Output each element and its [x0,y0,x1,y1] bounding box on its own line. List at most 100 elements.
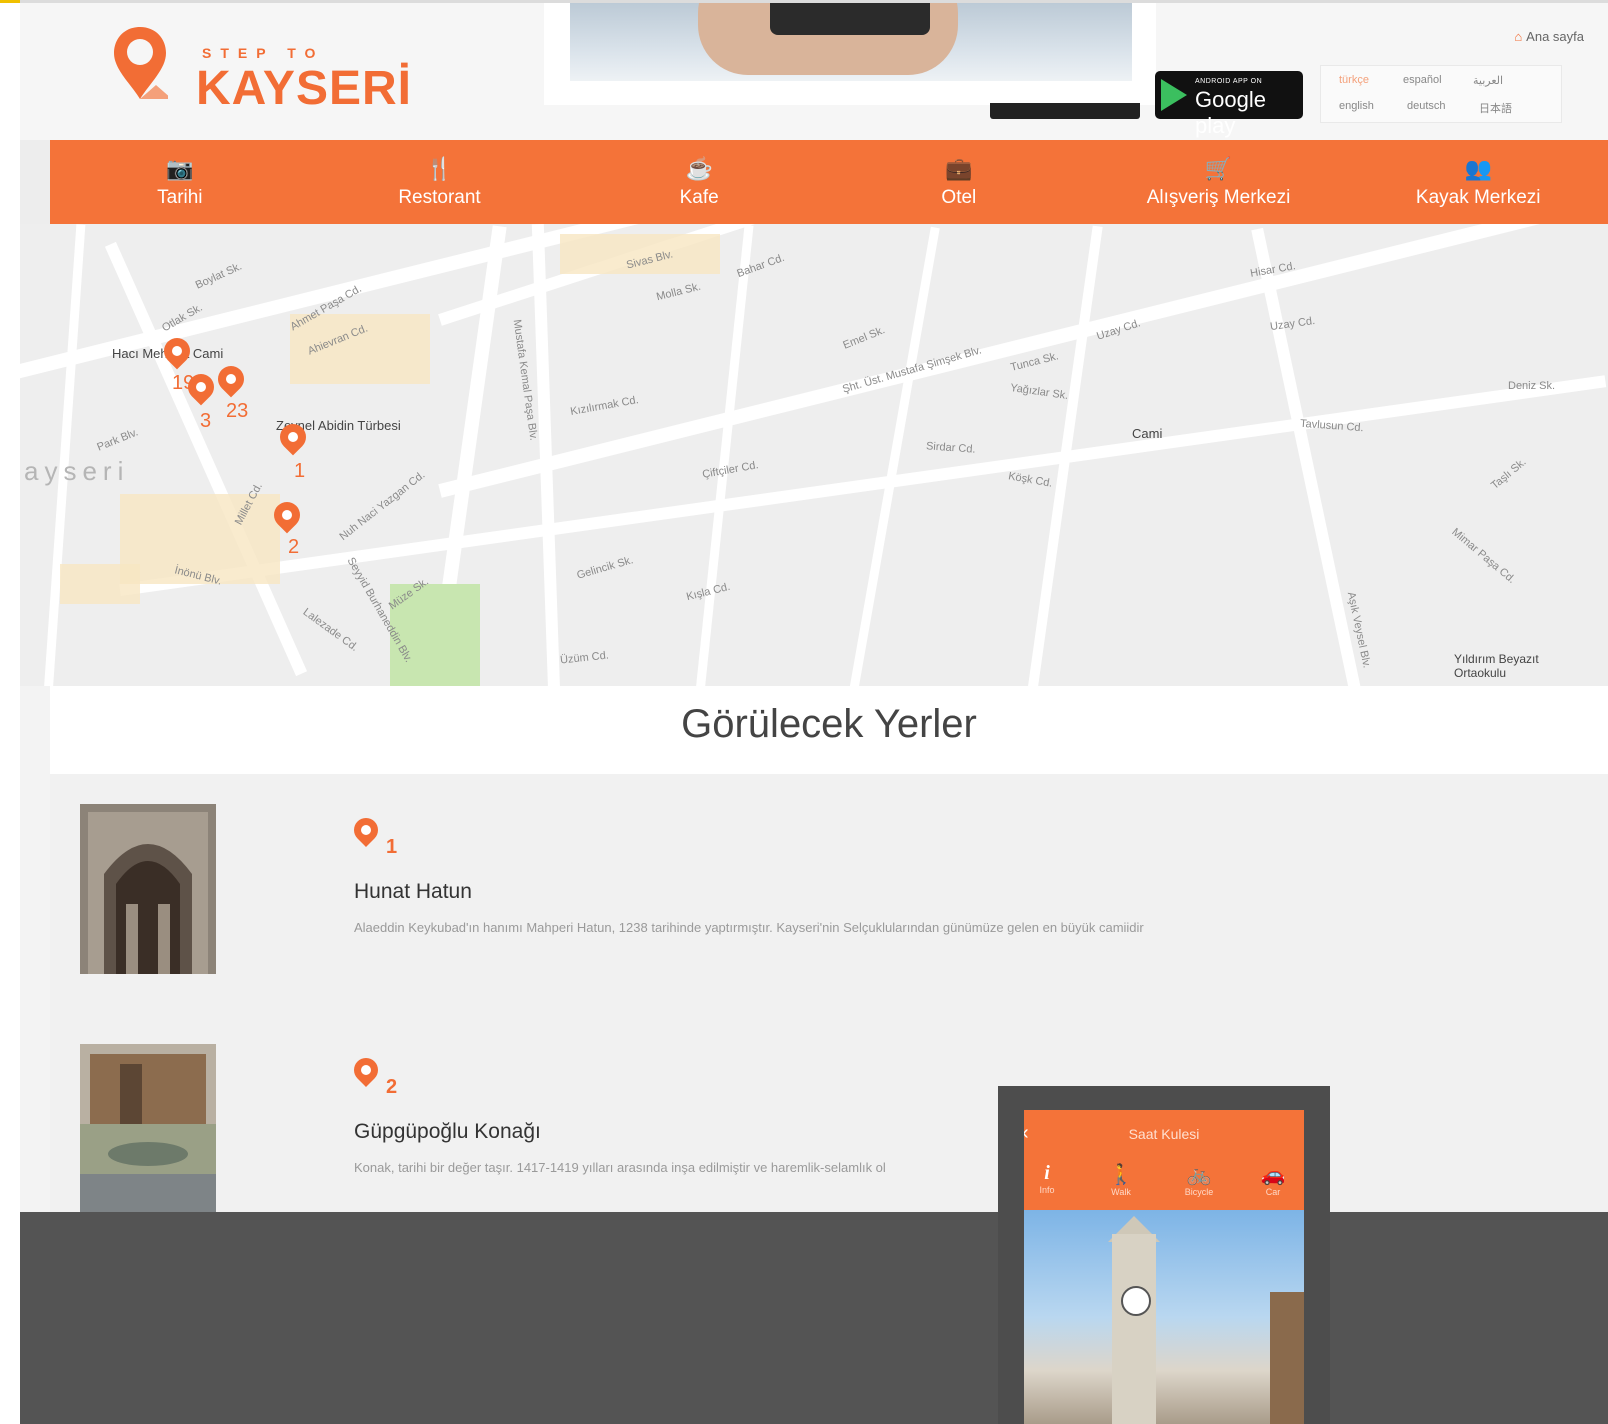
google-play-text: Google play [1195,87,1266,138]
app-tab-info[interactable]: i Info [1024,1162,1082,1195]
street-label: Gelincik Sk. [575,554,635,582]
shopping-cart-icon: 🛒 [1204,156,1233,181]
nav-alisveris-merkezi[interactable]: 🛒 Alışveriş Merkezi [1089,140,1349,224]
nav-tarihi[interactable]: 📷 Tarihi [50,140,310,224]
street-label: Yağızlar Sk. [1009,381,1070,403]
nav-otel-label: Otel [941,187,977,208]
lang-german[interactable]: deutsch [1407,100,1446,112]
lang-japanese[interactable]: 日本語 [1479,100,1512,116]
app-preview: ‹ Saat Kulesi i Info 🚶 Walk 🚲 Bicycle 🚗 … [998,1086,1330,1424]
map-historic-area [60,564,140,604]
place-number: 2 [386,1076,398,1098]
places-list: 1 Hunat Hatun Alaeddin Keykubad'ın hanım… [50,774,1608,1214]
google-play-badge[interactable]: ANDROID APP ON Google play [1155,71,1303,138]
street-label: Boylat Sk. [193,260,244,292]
app-tab-label: Walk [1111,1187,1131,1197]
nav-kayak-merkezi-label: Kayak Merkezi [1415,187,1541,208]
lang-arabic[interactable]: العربية [1473,74,1503,87]
play-triangle-icon [1161,79,1187,111]
corner-marker [0,0,20,3]
language-selector: türkçe español العربية english deutsch 日… [1320,65,1562,123]
list-item[interactable]: 1 Hunat Hatun Alaeddin Keykubad'ın hanım… [50,804,1608,984]
site-logo[interactable]: STEP TO KAYSERİ [112,25,411,115]
place-name[interactable]: Güpgüpoğlu Konağı [354,1120,541,1144]
map-view[interactable]: Sivas Blv. Bahar Cd. Molla Sk. Kızılırma… [20,224,1608,686]
bicycle-icon: 🚲 [1186,1164,1212,1186]
map-edge [20,140,50,225]
place-number: 1 [386,836,398,858]
home-link-label: Ana sayfa [1526,29,1584,44]
nav-kayak-merkezi[interactable]: 👥 Kayak Merkezi [1348,140,1608,224]
street-label: Deniz Sk. [1508,380,1556,392]
fork-knife-icon: 🍴 [425,156,454,181]
nav-kafe-label: Kafe [679,187,719,208]
street-label: Üzüm Cd. [559,649,610,667]
info-icon: i [1044,1162,1050,1184]
map-road [695,224,754,686]
app-tab-label: Info [1039,1185,1055,1195]
section-header: Görülecek Yerler [50,686,1608,774]
category-nav: 📷 Tarihi 🍴 Restorant ☕ Kafe 💼 Otel 🛒 Alı… [50,140,1608,224]
camera-icon: 📷 [166,156,194,181]
app-tab-car[interactable]: 🚗 Car [1238,1162,1304,1197]
lang-spanish[interactable]: español [1403,74,1442,86]
map-pin-number: 2 [288,536,300,558]
page: STEP TO KAYSERİ ANDROID APP ON Google pl… [20,0,1608,1424]
site-header: STEP TO KAYSERİ ANDROID APP ON Google pl… [20,0,1608,140]
place-thumbnail[interactable] [80,804,216,974]
street-label: Sirdar Cd. [925,440,976,456]
home-link[interactable]: ⌂ Ana sayfa [1514,29,1584,44]
app-tab-bicycle[interactable]: 🚲 Bicycle [1164,1162,1234,1197]
clock-icon [1121,1286,1151,1316]
nav-restorant[interactable]: 🍴 Restorant [310,140,570,224]
home-icon: ⌂ [1514,29,1523,44]
city-label: ayseri [24,456,130,486]
car-icon: 🚗 [1260,1164,1286,1186]
app-tab-walk[interactable]: 🚶 Walk [1086,1162,1156,1197]
street-label: Lalezade Cd. [300,606,361,654]
map-pin-number: 3 [200,410,212,432]
nav-restorant-label: Restorant [398,187,481,208]
map-road [849,226,940,686]
place-description: Alaeddin Keykubad'ın hanımı Mahperi Hatu… [354,920,1144,935]
map-pin-icon[interactable] [212,360,250,398]
suitcase-icon: 💼 [945,156,973,181]
section-title: Görülecek Yerler [681,702,977,746]
statue [1270,1292,1304,1424]
map-pin-number: 23 [226,400,249,422]
app-screen: ‹ Saat Kulesi i Info 🚶 Walk 🚲 Bicycle 🚗 … [1024,1110,1304,1424]
group-icon: 👥 [1464,156,1492,181]
app-header: ‹ Saat Kulesi i Info 🚶 Walk 🚲 Bicycle 🚗 … [1024,1110,1304,1210]
place-description: Konak, tarihi bir değer taşır. 1417-1419… [354,1160,886,1175]
list-item[interactable]: 2 Güpgüpoğlu Konağı Konak, tarihi bir de… [50,1044,1608,1214]
app-tab-label: Bicycle [1184,1187,1214,1197]
location-pin-icon [349,1053,383,1087]
street-label: Çiftçiler Cd. [701,459,760,481]
logo-tagline: STEP TO [202,45,325,61]
place-thumbnail[interactable] [80,1044,216,1214]
app-banner [544,3,1156,105]
location-pin-icon [349,813,383,847]
app-store-badge[interactable] [990,103,1140,119]
nav-alisveris-merkezi-label: Alışveriş Merkezi [1146,187,1291,208]
street-label: Nuh Naci Yazgan Cd. [337,469,428,543]
street-label: Emel Sk. [841,324,887,352]
google-play-small-text: ANDROID APP ON [1195,78,1263,85]
street-label: Mimar Paşa Cd. [1449,526,1518,586]
walk-icon: 🚶 [1108,1164,1134,1186]
place-name[interactable]: Hunat Hatun [354,880,472,904]
site-footer [20,1212,1608,1424]
map-pin-number: 1 [294,460,306,482]
poi-cami[interactable]: Cami [1132,426,1162,441]
logo-pin-icon [114,27,168,99]
nav-otel[interactable]: 💼 Otel [829,140,1089,224]
lang-english[interactable]: english [1339,100,1374,112]
street-label: Molla Sk. [655,280,703,304]
lang-turkish[interactable]: türkçe [1339,74,1369,86]
nav-kafe[interactable]: ☕ Kafe [569,140,829,224]
poi-yildirim-beyazit-ortaokulu[interactable]: Yıldırım Beyazıt Ortaokulu [1454,652,1564,680]
clock-tower [1112,1234,1156,1424]
map-road [119,375,1607,596]
coffee-cup-icon: ☕ [685,156,713,181]
street-label: Köşk Cd. [1007,470,1054,490]
